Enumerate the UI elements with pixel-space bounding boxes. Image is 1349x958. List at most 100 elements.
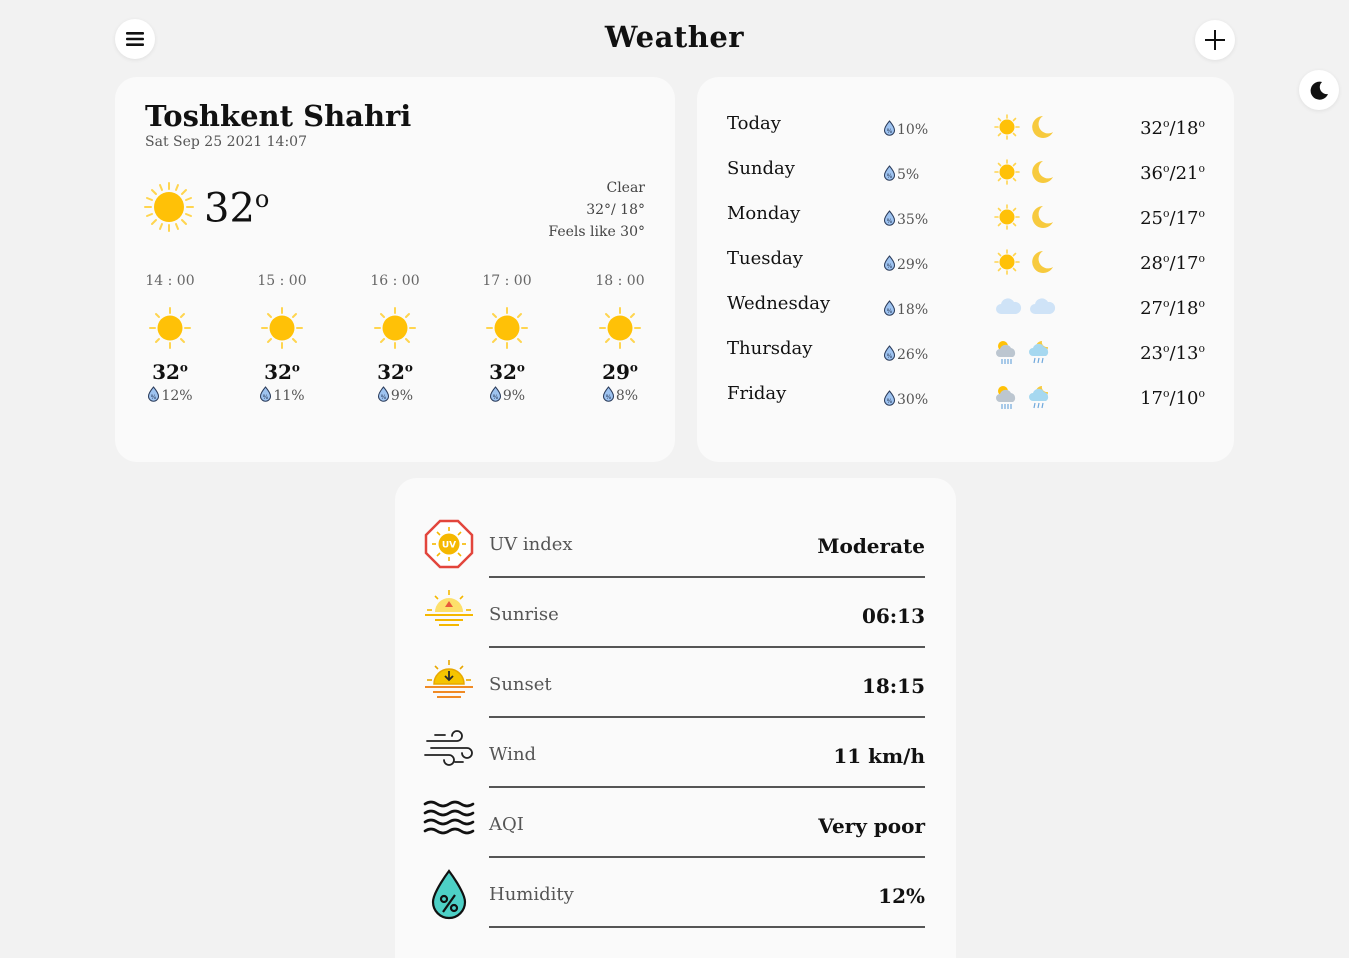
svg-text:%: %: [887, 218, 893, 225]
moon-icon: [1027, 248, 1055, 280]
forecast-row[interactable]: Wednesday % 18% 27o/18o: [727, 293, 1205, 323]
hourly-item: 15 : 00 32o% 11%: [247, 273, 317, 406]
drop-icon: %: [489, 386, 502, 406]
city-name: Toshkent Shahri: [145, 99, 412, 133]
forecast-precip: % 18%: [883, 300, 928, 320]
forecast-day: Sunday: [727, 158, 795, 179]
forecast-temp-range: 17o/10o: [1140, 387, 1205, 409]
hour-precip: % 11%: [247, 386, 317, 406]
svg-text:%: %: [381, 394, 387, 401]
forecast-row[interactable]: Monday % 35% 25o/17o: [727, 203, 1205, 233]
hourly-item: 18 : 00 29o% 8%: [585, 273, 655, 406]
detail-row: Wind 11 km/h: [423, 728, 925, 798]
moon-icon: [1027, 158, 1055, 190]
hour-temp: 32o: [377, 360, 413, 384]
forecast-day: Monday: [727, 203, 801, 224]
forecast-day: Wednesday: [727, 293, 831, 314]
detail-label: Humidity: [489, 884, 574, 905]
hour-precip: % 9%: [360, 386, 430, 406]
drop-icon: %: [883, 300, 896, 320]
svg-text:%: %: [606, 394, 612, 401]
svg-text:%: %: [887, 263, 893, 270]
forecast-temp-range: 23o/13o: [1140, 342, 1205, 364]
divider: [489, 856, 925, 858]
uv-index-icon: UV: [423, 518, 475, 574]
drop-icon: %: [883, 165, 896, 185]
drop-icon: %: [883, 390, 896, 410]
night-rain-icon: [1027, 383, 1057, 415]
hi-lo-text: 32°/ 18°: [586, 202, 645, 218]
drop-icon: %: [883, 345, 896, 365]
sun-icon: [993, 203, 1021, 235]
forecast-precip: % 30%: [883, 390, 928, 410]
detail-label: UV index: [489, 534, 573, 555]
drop-icon: %: [883, 255, 896, 275]
detail-value: 06:13: [861, 604, 925, 628]
rain-cloud-icon: [993, 383, 1023, 415]
forecast-temp-range: 36o/21o: [1140, 162, 1205, 184]
forecast-precip: % 35%: [883, 210, 928, 230]
forecast-temp-range: 25o/17o: [1140, 207, 1205, 229]
humidity-icon: [423, 868, 475, 926]
forecast-precip: % 5%: [883, 165, 919, 185]
forecast-temp-range: 27o/18o: [1140, 297, 1205, 319]
forecast-row[interactable]: Tuesday % 29% 28o/17o: [727, 248, 1205, 278]
detail-label: AQI: [489, 814, 524, 835]
hourly-item: 14 : 00 32o% 12%: [135, 273, 205, 406]
detail-value: 11 km/h: [833, 744, 925, 768]
daily-forecast-card: Today % 10% 32o/18o Sunday % 5% 36o/21o Monday % 3…: [697, 77, 1234, 462]
svg-text:%: %: [263, 394, 269, 401]
hour-precip: % 12%: [135, 386, 205, 406]
night-rain-icon: [1027, 338, 1057, 370]
rain-cloud-icon: [993, 338, 1023, 370]
detail-label: Sunrise: [489, 604, 559, 625]
detail-row: Sunrise 06:13: [423, 588, 925, 658]
current-weather-card: Toshkent Shahri Sat Sep 25 2021 14:07 32…: [115, 77, 675, 462]
moon-icon: [1027, 203, 1055, 235]
sun-icon: [360, 306, 430, 350]
current-summary: Clear 32°/ 18° Feels like 30°: [548, 177, 645, 243]
detail-label: Sunset: [489, 674, 552, 695]
forecast-precip: % 26%: [883, 345, 928, 365]
hour-temp: 32o: [264, 360, 300, 384]
add-location-button[interactable]: [1195, 20, 1235, 60]
plus-icon: [1205, 30, 1225, 50]
feels-like-text: Feels like 30°: [548, 224, 645, 240]
sun-icon: [993, 113, 1021, 145]
svg-text:%: %: [493, 394, 499, 401]
divider: [489, 716, 925, 718]
forecast-row[interactable]: Sunday % 5% 36o/21o: [727, 158, 1205, 188]
svg-text:%: %: [151, 394, 157, 401]
detail-row: AQI Very poor: [423, 798, 925, 868]
drop-icon: %: [147, 386, 160, 406]
hourly-item: 17 : 00 32o% 9%: [472, 273, 542, 406]
sun-icon: [472, 306, 542, 350]
cloud-icon: [993, 293, 1023, 325]
hour-time: 18 : 00: [595, 273, 645, 289]
forecast-temp-range: 28o/17o: [1140, 252, 1205, 274]
svg-text:%: %: [887, 308, 893, 315]
hour-temp: 32o: [489, 360, 525, 384]
dark-mode-toggle[interactable]: [1299, 70, 1339, 110]
hour-precip: % 8%: [585, 386, 655, 406]
sunset-icon: [423, 658, 475, 708]
forecast-day: Tuesday: [727, 248, 803, 269]
forecast-precip: % 29%: [883, 255, 928, 275]
app-title: Weather: [604, 20, 745, 54]
current-temperature: 32o: [204, 185, 270, 232]
svg-text:%: %: [887, 128, 893, 135]
hour-precip: % 9%: [472, 386, 542, 406]
svg-text:UV: UV: [442, 541, 456, 551]
moon-icon: [1027, 113, 1055, 145]
forecast-temp-range: 32o/18o: [1140, 117, 1205, 139]
hourly-item: 16 : 00 32o% 9%: [360, 273, 430, 406]
drop-icon: %: [883, 210, 896, 230]
detail-row: UV UV index Moderate: [423, 518, 925, 588]
detail-value: 12%: [878, 884, 925, 908]
forecast-row[interactable]: Friday % 30% 17o/10o: [727, 383, 1205, 413]
svg-text:%: %: [887, 173, 893, 180]
detail-row: Sunset 18:15: [423, 658, 925, 728]
forecast-row[interactable]: Thursday % 26% 23o/13o: [727, 338, 1205, 368]
forecast-row[interactable]: Today % 10% 32o/18o: [727, 113, 1205, 143]
detail-row: Humidity 12%: [423, 868, 925, 938]
